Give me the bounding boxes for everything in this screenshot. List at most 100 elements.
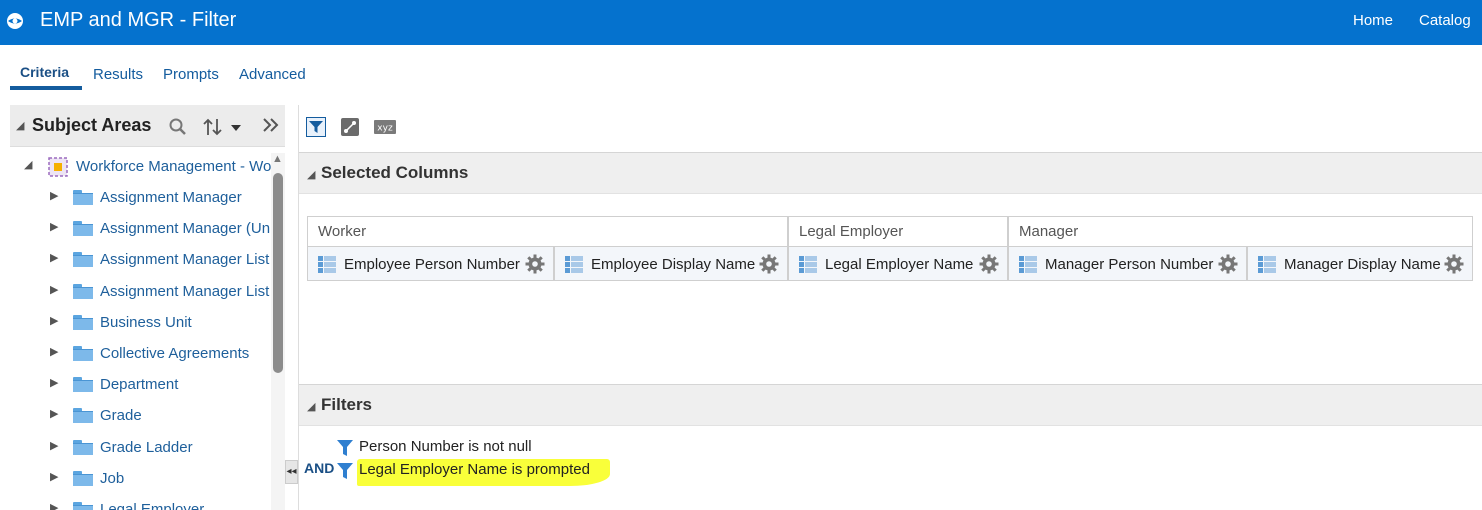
nav-home-link[interactable]: Home <box>1353 12 1393 29</box>
subject-area-cube-icon <box>48 157 68 177</box>
folder-icon <box>73 221 93 237</box>
tree-root-label[interactable]: Workforce Management - Wo <box>76 158 271 175</box>
column-name[interactable]: Manager Person Number <box>1045 256 1213 273</box>
tree-item[interactable]: ▶ Collective Agreements <box>10 341 272 367</box>
filter-icon[interactable] <box>306 117 326 137</box>
tree-item-label[interactable]: Business Unit <box>100 314 192 331</box>
tree-item[interactable]: ▶ Assignment Manager (Un <box>10 216 272 242</box>
tab-advanced[interactable]: Advanced <box>239 66 306 83</box>
tree-item[interactable]: ▶ Assignment Manager <box>10 185 272 211</box>
tree-item[interactable]: ▶ Legal Employer <box>10 497 272 510</box>
tab-criteria[interactable]: Criteria <box>20 64 69 80</box>
globe-icon[interactable] <box>6 12 24 30</box>
expand-triangle-icon[interactable]: ▶ <box>50 470 58 483</box>
folder-icon <box>73 283 93 299</box>
filter-item[interactable]: Person Number is not null <box>336 436 636 458</box>
scrollbar-thumb[interactable] <box>273 173 283 373</box>
expand-triangle-icon[interactable]: ▶ <box>50 189 58 202</box>
collapse-triangle-icon[interactable]: ◢ <box>24 158 32 171</box>
column-name[interactable]: Employee Display Name <box>591 256 755 273</box>
tree-item-label[interactable]: Department <box>100 376 178 393</box>
column-grid-icon <box>565 256 583 273</box>
tree-item-label[interactable]: Grade Ladder <box>100 439 193 456</box>
folder-icon <box>73 346 93 361</box>
column-grid-icon <box>1258 256 1276 273</box>
column-name[interactable]: Employee Person Number <box>344 256 520 273</box>
expand-triangle-icon[interactable]: ▶ <box>50 439 58 452</box>
scroll-up-arrow-icon[interactable]: ▲ <box>272 153 283 165</box>
tree-item[interactable]: ▶ Assignment Manager List <box>10 247 272 273</box>
column-grid-icon <box>318 256 336 273</box>
sort-icon[interactable] <box>202 117 242 137</box>
collapse-triangle-icon[interactable]: ◢ <box>16 119 24 132</box>
column-group-worker: Worker <box>307 216 788 246</box>
expand-triangle-icon[interactable]: ▶ <box>50 314 58 327</box>
expand-triangle-icon[interactable]: ▶ <box>50 376 58 389</box>
column-grid-icon <box>1019 256 1037 273</box>
tab-results[interactable]: Results <box>93 66 143 83</box>
column-name-xyz-icon[interactable]: xyz <box>374 120 396 134</box>
filter-operator-and[interactable]: AND <box>304 460 334 476</box>
tree-item[interactable]: ▶ Assignment Manager List <box>10 279 272 305</box>
column-grid-icon <box>799 256 817 273</box>
tree-item[interactable]: ▶ Business Unit <box>10 310 272 336</box>
tree-item-label[interactable]: Assignment Manager List <box>100 251 269 268</box>
chevron-double-right-icon[interactable] <box>262 117 280 133</box>
tree-item-label[interactable]: Collective Agreements <box>100 345 249 362</box>
folder-icon <box>73 502 93 510</box>
gear-icon[interactable] <box>979 254 999 274</box>
folder-icon <box>73 314 93 330</box>
collapse-triangle-icon[interactable]: ◢ <box>307 400 315 413</box>
nav-catalog-link[interactable]: Catalog <box>1419 12 1471 29</box>
tree-scrollbar[interactable]: ▲ <box>271 153 285 510</box>
selected-column[interactable]: Manager Person Number <box>1008 246 1247 281</box>
selected-columns-header: ◢ Selected Columns <box>299 152 1482 194</box>
expand-triangle-icon[interactable]: ▶ <box>50 407 58 420</box>
tree-item[interactable]: ▶ Grade <box>10 403 272 429</box>
gear-icon[interactable] <box>759 254 779 274</box>
page-title: EMP and MGR - Filter <box>40 9 237 31</box>
tree-item-label[interactable]: Legal Employer <box>100 501 204 510</box>
expand-triangle-icon[interactable]: ▶ <box>50 345 58 358</box>
tree-item[interactable]: ▶ Grade Ladder <box>10 435 272 461</box>
expand-triangle-icon[interactable]: ▶ <box>50 283 58 296</box>
selected-column[interactable]: Employee Display Name <box>554 246 788 281</box>
tree-item-label[interactable]: Assignment Manager List <box>100 283 269 300</box>
gear-icon[interactable] <box>1444 254 1464 274</box>
column-name[interactable]: Manager Display Name <box>1284 256 1441 273</box>
gear-icon[interactable] <box>525 254 545 274</box>
column-name[interactable]: Legal Employer Name <box>825 256 973 273</box>
tree-item-label[interactable]: Assignment Manager <box>100 189 242 206</box>
folder-icon <box>73 408 93 424</box>
tree-item-label[interactable]: Assignment Manager (Un <box>100 220 270 237</box>
tree-item[interactable]: ▶ Department <box>10 372 272 398</box>
tab-prompts[interactable]: Prompts <box>163 66 219 83</box>
expand-triangle-icon[interactable]: ▶ <box>50 220 58 233</box>
subject-areas-title: Subject Areas <box>32 115 152 135</box>
filters-title: Filters <box>321 395 373 414</box>
filter-text[interactable]: Person Number is not null <box>359 438 532 455</box>
collapse-triangle-icon[interactable]: ◢ <box>307 168 315 181</box>
column-group-legal-employer: Legal Employer <box>788 216 1008 246</box>
subject-areas-header: ◢ Subject Areas <box>10 105 285 147</box>
tree-item[interactable]: ▶ Job <box>10 466 272 492</box>
selected-column[interactable]: Manager Display Name <box>1247 246 1473 281</box>
tree-item-label[interactable]: Job <box>100 470 124 487</box>
expand-triangle-icon[interactable]: ▶ <box>50 251 58 264</box>
search-icon[interactable] <box>168 117 188 137</box>
expand-triangle-icon[interactable]: ▶ <box>50 501 58 510</box>
folder-icon <box>73 439 93 455</box>
tab-bar: Criteria Results Prompts Advanced <box>0 45 1482 105</box>
tree-item-label[interactable]: Grade <box>100 407 142 424</box>
gear-icon[interactable] <box>1218 254 1238 274</box>
selected-column[interactable]: Employee Person Number <box>307 246 554 281</box>
filter-item[interactable]: Legal Employer Name is prompted <box>336 459 636 481</box>
selected-columns-title: Selected Columns <box>321 163 469 182</box>
filter-text[interactable]: Legal Employer Name is prompted <box>359 461 590 478</box>
subject-areas-panel: ◢ Subject Areas ◢ Workforce Management -… <box>10 105 285 510</box>
collapse-panel-handle[interactable]: ◂◂ <box>285 460 298 484</box>
folder-icon <box>73 252 93 268</box>
tree-root-workforce[interactable]: ◢ Workforce Management - Wo <box>10 154 272 180</box>
hierarchy-icon[interactable] <box>340 117 360 137</box>
selected-column[interactable]: Legal Employer Name <box>788 246 1008 281</box>
